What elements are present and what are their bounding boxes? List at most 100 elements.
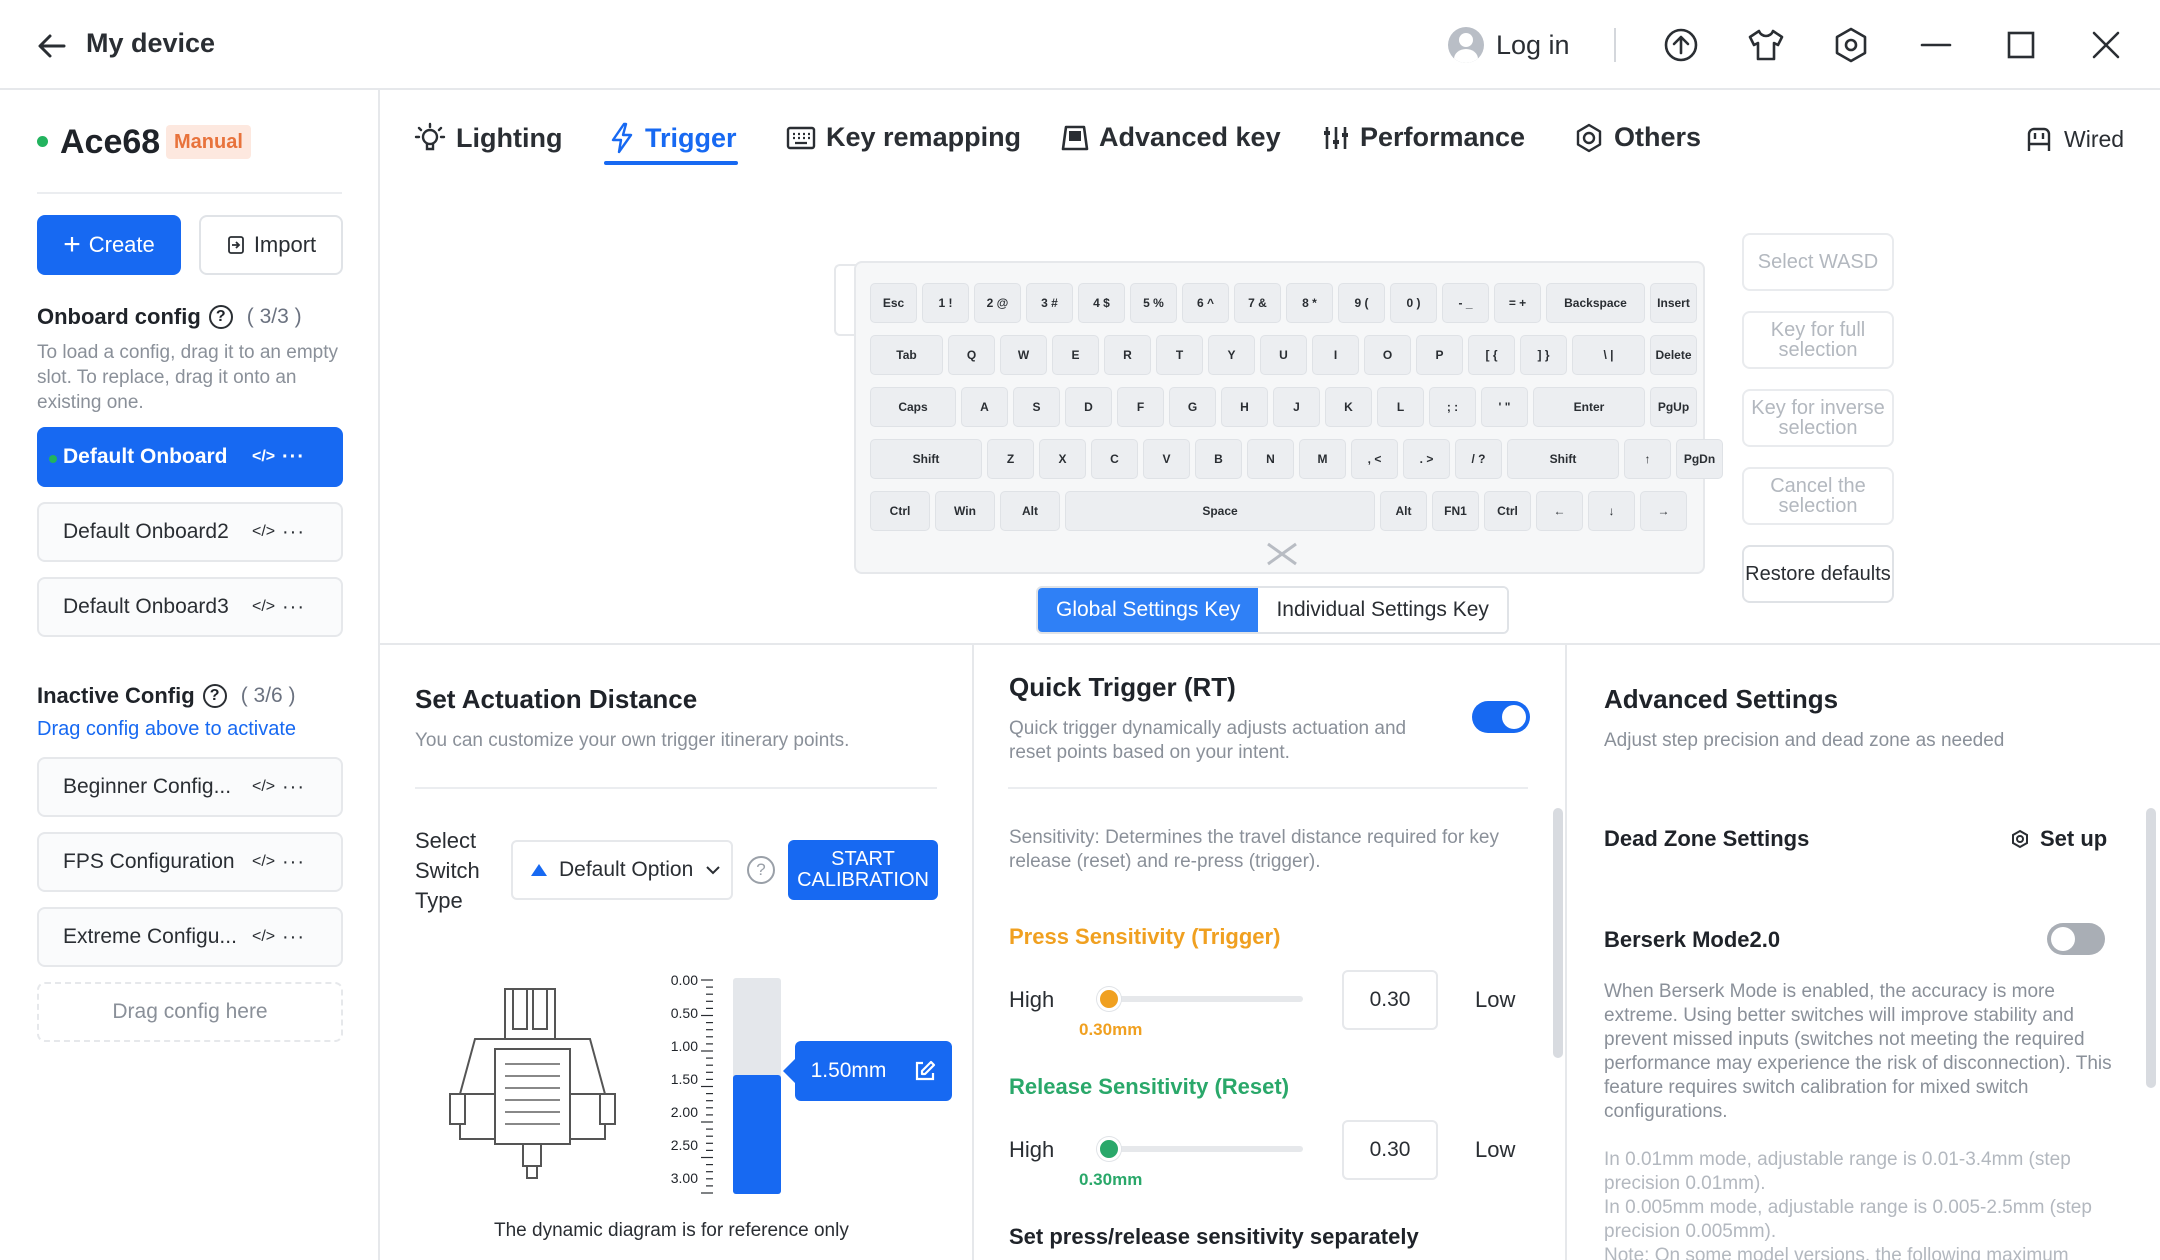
code-icon[interactable]: </>	[252, 928, 282, 946]
import-button[interactable]: Import	[199, 215, 343, 275]
key[interactable]: A	[961, 387, 1008, 427]
key[interactable]: ↑	[1624, 439, 1671, 479]
key[interactable]: 2 @	[974, 283, 1021, 323]
key[interactable]: - _	[1442, 283, 1489, 323]
tab-performance[interactable]: Performance	[1322, 122, 1525, 153]
key[interactable]: 5 %	[1130, 283, 1177, 323]
key[interactable]: 4 $	[1078, 283, 1125, 323]
tab-others[interactable]: Others	[1574, 122, 1701, 153]
key[interactable]: 1 !	[922, 283, 969, 323]
key[interactable]: 0 )	[1390, 283, 1437, 323]
key[interactable]: 6 ^	[1182, 283, 1229, 323]
key[interactable]: ; :	[1429, 387, 1476, 427]
key[interactable]: Shift	[1507, 439, 1619, 479]
more-options-icon[interactable]: ···	[282, 596, 305, 619]
key[interactable]: Ctrl	[1484, 491, 1531, 531]
dead-zone-setup-button[interactable]: Set up	[2010, 826, 2107, 852]
select-wasd-button[interactable]: Select WASD	[1742, 233, 1894, 291]
key[interactable]: Caps	[870, 387, 956, 427]
key[interactable]: F	[1117, 387, 1164, 427]
help-icon[interactable]: ?	[208, 305, 233, 329]
key[interactable]: 9 (	[1338, 283, 1385, 323]
key[interactable]: Y	[1208, 335, 1255, 375]
key[interactable]: D	[1065, 387, 1112, 427]
more-options-icon[interactable]: ···	[282, 851, 305, 874]
key[interactable]: Delete	[1650, 335, 1697, 375]
key[interactable]: Tab	[870, 335, 943, 375]
key[interactable]: B	[1195, 439, 1242, 479]
key[interactable]: FN1	[1432, 491, 1479, 531]
drag-config-dropzone[interactable]: Drag config here	[37, 982, 343, 1042]
cancel-selection-button[interactable]: Cancel the selection	[1742, 467, 1894, 525]
minimize-icon[interactable]	[1915, 24, 1957, 66]
key[interactable]: PgDn	[1676, 439, 1723, 479]
key[interactable]: Z	[987, 439, 1034, 479]
code-icon[interactable]: </>	[252, 448, 282, 466]
inactive-config-item[interactable]: Beginner Config... </> ···	[37, 757, 343, 817]
key[interactable]: →	[1640, 491, 1687, 531]
key[interactable]: S	[1013, 387, 1060, 427]
key[interactable]: N	[1247, 439, 1294, 479]
settings-hex-icon[interactable]	[1830, 24, 1872, 66]
press-sensitivity-input[interactable]: 0.30	[1342, 970, 1438, 1030]
inactive-config-item[interactable]: Extreme Configu... </> ···	[37, 907, 343, 967]
key[interactable]: 7 &	[1234, 283, 1281, 323]
code-icon[interactable]: </>	[252, 598, 282, 616]
key[interactable]: ↓	[1588, 491, 1635, 531]
key[interactable]: 3 #	[1026, 283, 1073, 323]
key[interactable]: R	[1104, 335, 1151, 375]
key[interactable]: O	[1364, 335, 1411, 375]
key[interactable]: I	[1312, 335, 1359, 375]
key[interactable]: = +	[1494, 283, 1541, 323]
global-settings-key-tab[interactable]: Global Settings Key	[1038, 588, 1259, 632]
onboard-config-item[interactable]: Default Onboard </> ···	[37, 427, 343, 487]
key[interactable]: Win	[935, 491, 995, 531]
upload-icon[interactable]	[1660, 24, 1702, 66]
login-button[interactable]: Log in	[1448, 22, 1570, 68]
key[interactable]: \ |	[1572, 335, 1645, 375]
key[interactable]: Backspace	[1546, 283, 1645, 323]
key[interactable]: , <	[1351, 439, 1398, 479]
more-options-icon[interactable]: ···	[282, 446, 305, 469]
key[interactable]: Alt	[1000, 491, 1060, 531]
panel-scrollbar[interactable]	[2146, 808, 2156, 1088]
inverse-selection-button[interactable]: Key for inverse selection	[1742, 389, 1894, 447]
panel-scrollbar[interactable]	[1553, 808, 1563, 1058]
close-icon[interactable]	[2085, 24, 2127, 66]
key[interactable]: 8 *	[1286, 283, 1333, 323]
tab-key-remapping[interactable]: Key remapping	[786, 122, 1021, 153]
berserk-mode-toggle[interactable]	[2047, 923, 2105, 955]
switch-type-select[interactable]: Default Option	[511, 840, 733, 900]
edit-icon[interactable]	[914, 1060, 936, 1082]
key[interactable]: / ?	[1455, 439, 1502, 479]
press-sensitivity-track[interactable]	[1103, 996, 1303, 1002]
drag-to-activate-link[interactable]: Drag config above to activate	[37, 718, 296, 741]
key[interactable]: ] }	[1520, 335, 1567, 375]
more-options-icon[interactable]: ···	[282, 521, 305, 544]
key[interactable]: . >	[1403, 439, 1450, 479]
key[interactable]: C	[1091, 439, 1138, 479]
press-sensitivity-thumb[interactable]	[1097, 987, 1121, 1011]
tshirt-icon[interactable]	[1745, 24, 1787, 66]
code-icon[interactable]: </>	[252, 853, 282, 871]
key[interactable]: G	[1169, 387, 1216, 427]
more-options-icon[interactable]: ···	[282, 776, 305, 799]
release-sensitivity-thumb[interactable]	[1097, 1137, 1121, 1161]
tab-lighting[interactable]: Lighting	[414, 122, 562, 154]
onboard-config-item[interactable]: Default Onboard3 </> ···	[37, 577, 343, 637]
key[interactable]: U	[1260, 335, 1307, 375]
key[interactable]: T	[1156, 335, 1203, 375]
help-icon[interactable]: ?	[202, 684, 227, 708]
tab-trigger[interactable]: Trigger	[609, 122, 737, 154]
more-options-icon[interactable]: ···	[282, 926, 305, 949]
key[interactable]: ' "	[1481, 387, 1528, 427]
code-icon[interactable]: </>	[252, 778, 282, 796]
key[interactable]: Alt	[1380, 491, 1427, 531]
start-calibration-button[interactable]: START CALIBRATION	[788, 840, 938, 900]
key[interactable]: Shift	[870, 439, 982, 479]
key[interactable]: PgUp	[1650, 387, 1697, 427]
key[interactable]: V	[1143, 439, 1190, 479]
key[interactable]: Space	[1065, 491, 1375, 531]
key[interactable]: J	[1273, 387, 1320, 427]
individual-settings-key-tab[interactable]: Individual Settings Key	[1258, 588, 1507, 632]
